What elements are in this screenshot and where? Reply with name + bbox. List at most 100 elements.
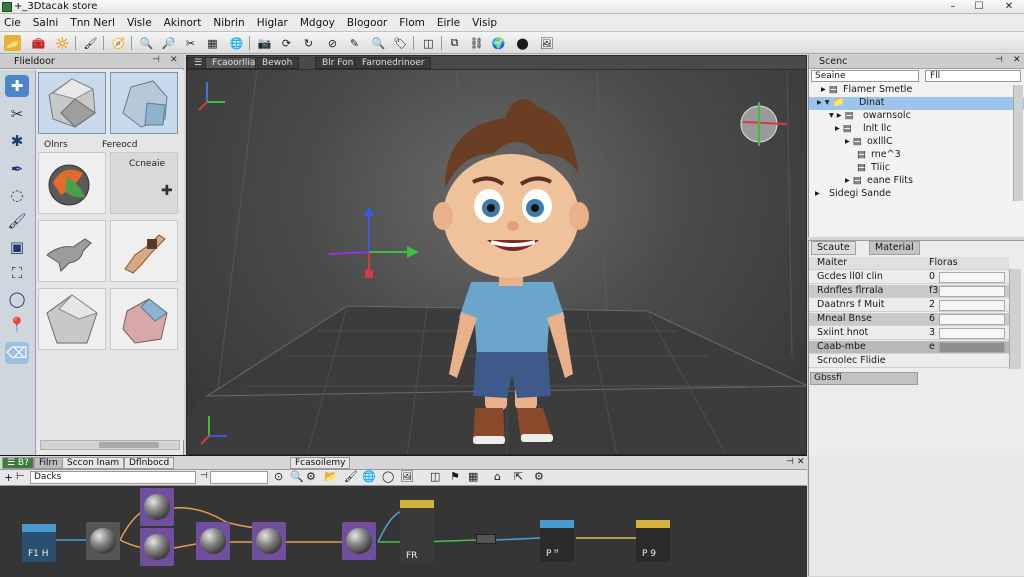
node-type-select[interactable] <box>210 471 268 484</box>
tree-item[interactable]: ▸ ▤ oxlllC <box>809 136 1024 149</box>
graph-node-output[interactable]: FR <box>400 500 434 564</box>
image-icon[interactable]: 🖼 <box>538 35 555 51</box>
close-icon[interactable]: ✕ <box>170 55 178 65</box>
asset-material-ball[interactable] <box>38 152 106 214</box>
graph-node-material[interactable] <box>342 522 376 560</box>
settings-icon[interactable]: ⚙ <box>534 470 544 483</box>
menu-item-render[interactable]: Nibrin <box>213 17 244 29</box>
graph-node-blend[interactable]: P ᴴ <box>540 520 574 562</box>
snap-icon[interactable]: ⊘ <box>324 35 341 51</box>
layout-icon[interactable]: ◫ <box>430 470 440 483</box>
close-icon[interactable]: ✕ <box>797 457 805 467</box>
target-icon[interactable]: ⊙ <box>274 470 283 483</box>
tab-filters[interactable]: Filrn <box>34 457 63 469</box>
tab-scene-items[interactable]: Sccon lnam <box>62 457 125 469</box>
menu-item-modify[interactable]: Mdgoy <box>300 17 335 29</box>
search-icon[interactable]: 🔍 <box>290 470 304 483</box>
reroute-node[interactable] <box>476 534 496 544</box>
add-node-icon[interactable]: + <box>4 471 13 484</box>
asset-cube-mesh[interactable] <box>110 288 178 350</box>
globe-icon[interactable]: 🌐 <box>228 35 245 51</box>
material-search[interactable]: Gbssfi <box>810 372 918 385</box>
globe-icon[interactable]: 🌐 <box>362 470 376 483</box>
tree-item[interactable]: ▤ Tliic <box>809 162 1024 175</box>
asset-scrollbar[interactable] <box>40 440 180 450</box>
network-icon[interactable]: ⚙ <box>306 470 316 483</box>
asset-rock-cluster[interactable] <box>110 72 178 134</box>
menu-item-view[interactable]: Tnn Nerl <box>70 17 115 29</box>
brush-icon[interactable]: 🖌 <box>82 35 99 51</box>
pin-icon[interactable]: ⊣ <box>786 457 794 467</box>
scene-filter-select[interactable]: Fll <box>925 70 1021 82</box>
tree-item[interactable]: ▸ ▤ eane Flits <box>809 175 1024 188</box>
tree-item[interactable]: ▸ Sidegi Sande <box>809 188 1024 201</box>
menu-item-edit[interactable]: Salni <box>33 17 59 29</box>
scene-search-input[interactable]: Seaine <box>811 70 919 82</box>
menu-item-object[interactable]: Visle <box>127 17 152 29</box>
tab-defined[interactable]: Dflnbocd <box>124 457 175 469</box>
node-graph[interactable]: F1 H FR P ᴴ P 9 <box>0 486 807 577</box>
tab-display[interactable]: Blr Fon <box>315 57 361 69</box>
scissors-tool-icon[interactable]: ✂ <box>5 103 29 125</box>
scene-scrollbar[interactable] <box>1013 85 1023 201</box>
world-icon[interactable]: 🌍 <box>490 35 507 51</box>
graph-node-texture-a[interactable] <box>140 488 174 526</box>
tab-renderer[interactable]: Faronedrinoer <box>355 57 432 69</box>
material-row[interactable]: Rdnfles flrrala f3 <box>809 285 1009 298</box>
cursor-icon[interactable]: ⇱ <box>514 470 523 483</box>
material-row[interactable]: Gcdes ll0l clin 0 <box>809 271 1009 284</box>
menu-item-lighting[interactable]: Higlar <box>257 17 288 29</box>
crop-tool-icon[interactable]: ⛶ <box>5 262 29 284</box>
close-button[interactable]: ✕ <box>994 0 1024 13</box>
tab-factory[interactable]: Fcasoilemy <box>290 457 351 469</box>
rotate-icon[interactable]: ⟳ <box>278 35 295 51</box>
asset-dodecahedron[interactable] <box>38 72 106 134</box>
tab-scene[interactable]: Scaute <box>811 241 856 255</box>
save-icon[interactable]: 🧰 <box>30 35 47 51</box>
graph-node-mix-b[interactable] <box>252 522 286 560</box>
node-filter-input[interactable]: Dacks <box>30 471 196 484</box>
box-tool-icon[interactable]: ▣ <box>5 236 29 258</box>
home-icon[interactable]: ⌂ <box>494 470 501 483</box>
grid-icon[interactable]: ▦ <box>468 470 478 483</box>
paint-tool-icon[interactable]: 🖌 <box>5 210 29 232</box>
tree-item[interactable]: ▸ ▤ lnlt llc <box>809 123 1024 136</box>
material-row[interactable]: Caab-mbe e <box>809 341 1009 354</box>
reload-icon[interactable]: ↻ <box>300 35 317 51</box>
tag-icon[interactable]: 🏷 <box>392 35 409 51</box>
mesh-icon[interactable]: ⧉ <box>446 35 463 51</box>
tab-shading[interactable]: Bewoh <box>255 57 300 69</box>
material-row[interactable]: Mneal Bnse 6 <box>809 313 1009 326</box>
material-row[interactable]: Daatnrs f Muit 2 <box>809 299 1009 312</box>
add-icon[interactable]: ✚ <box>161 183 173 199</box>
close-icon[interactable]: ✕ <box>1013 55 1021 65</box>
pin-icon[interactable]: ⊣ <box>152 55 160 65</box>
orbit-tool-icon[interactable]: ◯ <box>5 288 29 310</box>
edit-icon[interactable]: ✎ <box>346 35 363 51</box>
3d-viewport[interactable]: ☰ Fcaoorllian Bewoh Blr Fon Faronedrinoe… <box>186 55 807 455</box>
asset-create-slot[interactable]: Ccneaie ✚ <box>110 152 178 214</box>
zoom-icon[interactable]: 🔎 <box>160 35 177 51</box>
lasso-tool-icon[interactable]: ◌ <box>5 184 29 206</box>
tree-item-selected[interactable]: ▸ ▾ 📁 Dinat <box>809 97 1024 110</box>
open-folder-icon[interactable]: 📂 <box>4 35 21 51</box>
tree-item[interactable]: ▸ ▤ Flamer Smetle <box>809 84 1024 97</box>
link-icon[interactable]: ⛓ <box>468 35 485 51</box>
bone-tool-icon[interactable]: ✱ <box>5 130 29 152</box>
node-menu-icon[interactable]: ☰ B? <box>2 457 34 469</box>
material-row[interactable]: Sxiint hnot 3 <box>809 327 1009 340</box>
graph-node-final[interactable]: P 9 <box>636 520 670 562</box>
compass-icon[interactable]: 🧭 <box>110 35 127 51</box>
menu-item-animation[interactable]: Akinort <box>164 17 202 29</box>
graph-node-texture-b[interactable] <box>140 528 174 566</box>
menu-item-flom[interactable]: Flom <box>399 17 425 29</box>
sphere-icon[interactable]: ◯ <box>382 470 394 483</box>
transform-icon[interactable]: ✂ <box>182 35 199 51</box>
pen-tool-icon[interactable]: ✒ <box>5 158 29 180</box>
graph-node-shader[interactable] <box>86 522 120 560</box>
asset-pentagon-mesh[interactable] <box>38 288 106 350</box>
eraser-tool-icon[interactable]: ⌫ <box>5 342 29 364</box>
tab-material[interactable]: Material <box>869 241 920 255</box>
camera-icon[interactable]: 📷 <box>256 35 273 51</box>
asset-arm-model[interactable] <box>110 220 178 282</box>
